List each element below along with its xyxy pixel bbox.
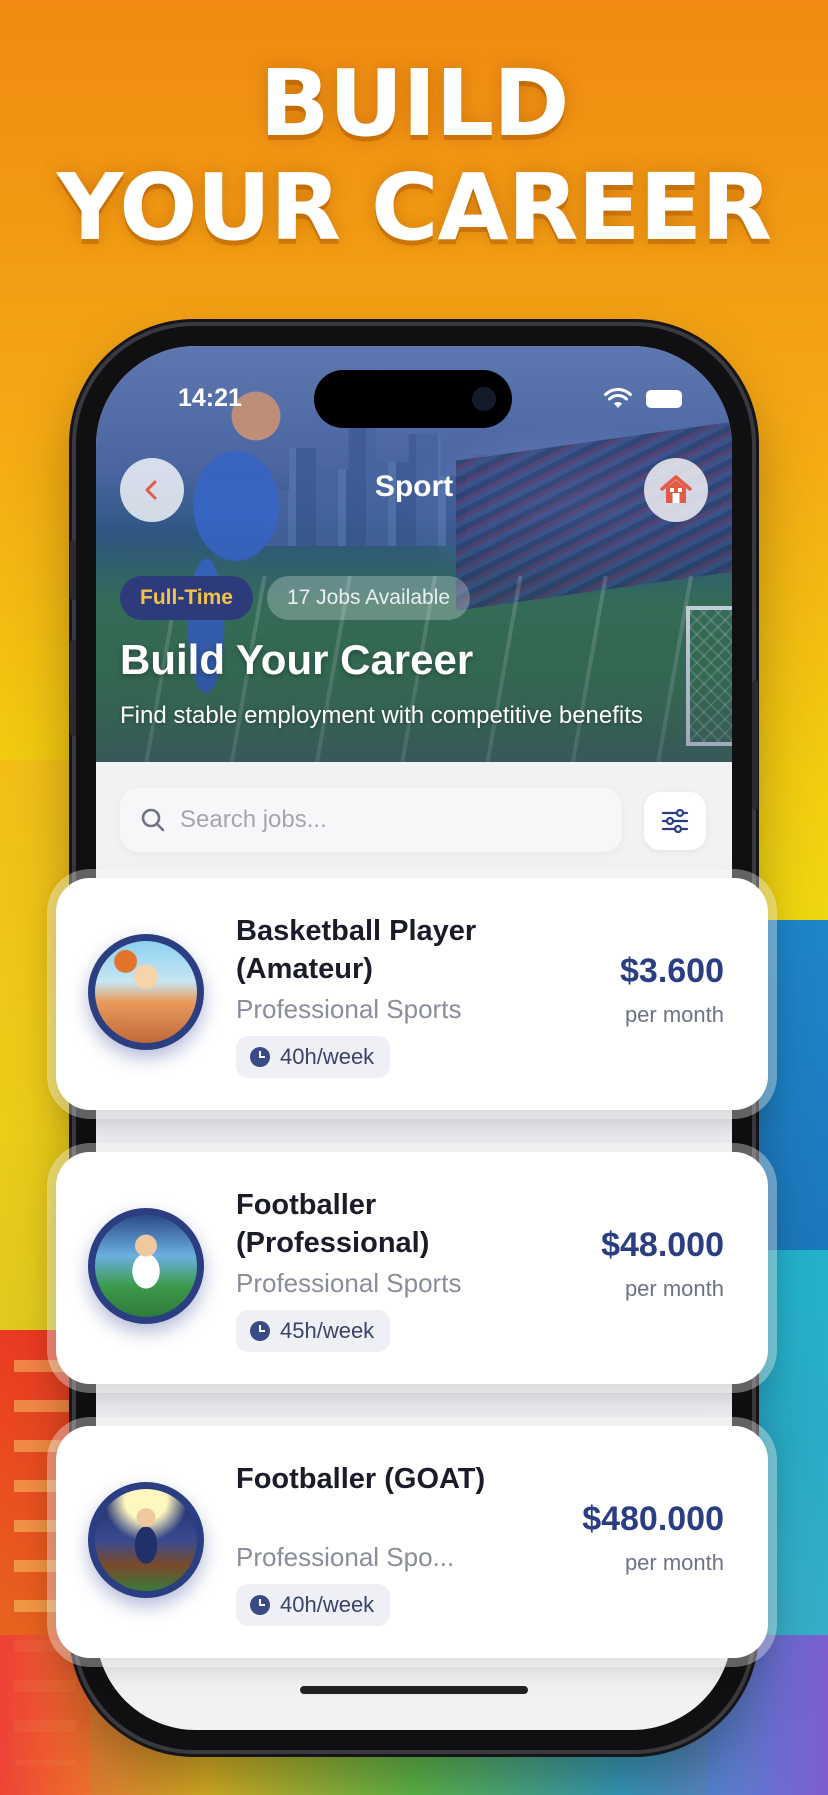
job-salary: $48.000 (601, 1226, 724, 1264)
list-separator (96, 1102, 732, 1158)
promo-headline-line2: YOUR CAREER (56, 154, 772, 261)
job-avatar (88, 934, 204, 1050)
search-icon (141, 808, 165, 832)
home-indicator (300, 1686, 528, 1694)
phone-side-button (70, 540, 76, 600)
job-hours-badge: 40h/week (236, 1584, 391, 1626)
battery-icon (646, 390, 682, 408)
job-salary-period: per month (624, 1002, 724, 1027)
promo-headline-line1: BUILD (259, 50, 569, 157)
home-button[interactable] (644, 458, 708, 522)
job-salary: $3.600 (620, 952, 724, 990)
dynamic-island (314, 370, 512, 428)
job-hours-badge: 40h/week (236, 1036, 391, 1078)
job-salary: $480.000 (582, 1500, 724, 1538)
job-title: Footballer (Professional) (236, 1189, 430, 1259)
job-type-badge: Full-Time (120, 576, 253, 620)
job-card[interactable]: Basketball Player (Amateur) Professional… (56, 878, 768, 1110)
clock-icon (250, 1321, 270, 1341)
page-title: Sport (374, 470, 454, 503)
footballer-image (95, 1215, 197, 1317)
job-avatar (88, 1208, 204, 1324)
list-separator (96, 1376, 732, 1432)
job-category: Professional Sports (236, 1268, 462, 1298)
home-icon (660, 475, 692, 503)
phone-side-button (752, 680, 758, 810)
job-card[interactable]: Footballer (Professional) Professional S… (56, 1152, 768, 1384)
job-title: Footballer (GOAT) (236, 1463, 486, 1495)
camera-icon (472, 387, 496, 411)
filter-button[interactable] (644, 792, 706, 850)
search-bar[interactable] (120, 788, 622, 852)
status-icons (604, 388, 682, 410)
job-hours: 40h/week (280, 1044, 375, 1069)
sliders-icon (661, 809, 689, 833)
job-title: Basketball Player (Amateur) (236, 915, 477, 985)
hero-title: Build Your Career (120, 636, 474, 683)
job-salary-period: per month (624, 1550, 724, 1575)
job-hours: 40h/week (280, 1592, 375, 1617)
clock-icon (250, 1595, 270, 1615)
job-category: Professional Sports (236, 994, 462, 1024)
promo-headline: BUILD YOUR CAREER (0, 52, 828, 260)
job-hours: 45h/week (280, 1318, 375, 1343)
hero-subtitle: Find stable employment with competitive … (120, 702, 643, 729)
phone-side-button (70, 640, 76, 736)
job-card[interactable]: Footballer (GOAT) Professional Spo... 40… (56, 1426, 768, 1658)
search-input[interactable] (180, 806, 580, 834)
wifi-icon (604, 388, 632, 408)
jobs-count-badge: 17 Jobs Available (266, 576, 471, 620)
footballer-goat-image (95, 1489, 197, 1591)
job-avatar (88, 1482, 204, 1598)
status-time: 14:21 (178, 384, 242, 412)
job-category: Professional Spo... (236, 1542, 455, 1572)
basketball-player-image (95, 941, 197, 1043)
job-salary-period: per month (624, 1276, 724, 1301)
job-hours-badge: 45h/week (236, 1310, 391, 1352)
hero-chips: Full-Time 17 Jobs Available (120, 576, 471, 620)
clock-icon (250, 1047, 270, 1067)
hero-banner: 14:21 Sport Full-Time 17 Jobs Available … (96, 346, 732, 766)
